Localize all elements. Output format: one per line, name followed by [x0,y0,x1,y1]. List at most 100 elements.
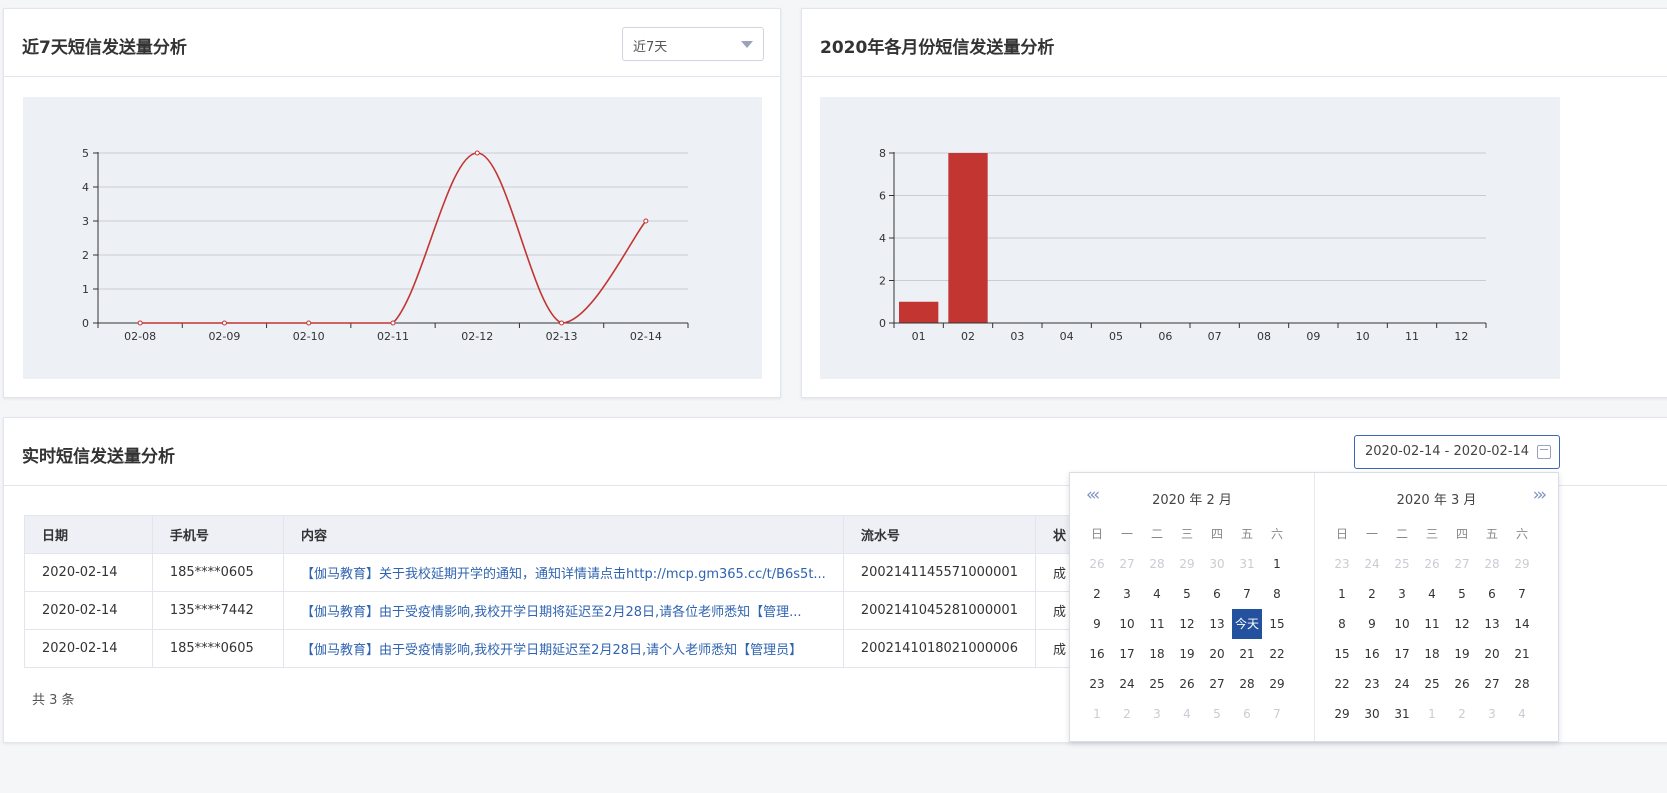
day-cell[interactable]: 7 [1262,699,1292,729]
y-tick-label: 2 [879,275,886,288]
day-cell[interactable]: 23 [1082,669,1112,699]
calendar-icon[interactable] [1537,445,1551,459]
day-cell[interactable]: 19 [1172,639,1202,669]
day-cell[interactable]: 6 [1232,699,1262,729]
day-cell[interactable]: 23 [1327,549,1357,579]
day-cell[interactable]: 9 [1082,609,1112,639]
day-cell[interactable]: 21 [1232,639,1262,669]
day-cell[interactable]: 15 [1262,609,1292,639]
day-cell[interactable]: 8 [1327,609,1357,639]
day-cell[interactable]: 21 [1507,639,1537,669]
day-cell[interactable]: 27 [1477,669,1507,699]
day-cell[interactable]: 25 [1142,669,1172,699]
day-cell[interactable]: 28 [1232,669,1262,699]
day-cell[interactable]: 22 [1262,639,1292,669]
day-cell[interactable]: 8 [1262,579,1292,609]
day-cell[interactable]: 24 [1387,669,1417,699]
day-cell[interactable]: 26 [1172,669,1202,699]
date-range-input[interactable]: 2020-02-14 - 2020-02-14 [1354,435,1560,469]
day-cell[interactable]: 17 [1112,639,1142,669]
day-cell[interactable]: 18 [1417,639,1447,669]
day-cell[interactable]: 5 [1202,699,1232,729]
day-cell[interactable]: 28 [1142,549,1172,579]
day-cell[interactable]: 7 [1507,579,1537,609]
column-header-serial[interactable]: 流水号 [842,515,1036,554]
day-cell[interactable]: 22 [1327,669,1357,699]
day-cell[interactable]: 10 [1112,609,1142,639]
day-cell[interactable]: 27 [1112,549,1142,579]
day-cell[interactable]: 23 [1357,669,1387,699]
day-cell[interactable]: 16 [1357,639,1387,669]
day-cell[interactable]: 24 [1112,669,1142,699]
day-cell[interactable]: 9 [1357,609,1387,639]
day-cell[interactable]: 30 [1357,699,1387,729]
day-cell[interactable]: 4 [1172,699,1202,729]
day-cell[interactable]: 3 [1112,579,1142,609]
day-cell[interactable]: 28 [1477,549,1507,579]
cell-content[interactable]: 【伽马教育】由于受疫情影响,我校开学日期延迟至2月28日,请个人老师悉知【管理员… [283,629,844,668]
day-cell[interactable]: 14 [1507,609,1537,639]
day-cell[interactable]: 6 [1202,579,1232,609]
day-cell[interactable]: 12 [1447,609,1477,639]
day-cell[interactable]: 15 [1327,639,1357,669]
day-cell[interactable]: 5 [1447,579,1477,609]
day-cell[interactable]: 16 [1082,639,1112,669]
day-cell[interactable]: 11 [1142,609,1172,639]
day-cell[interactable]: 27 [1202,669,1232,699]
total-count: 共 3 条 [32,693,75,708]
day-cell[interactable]: 24 [1357,549,1387,579]
day-cell[interactable]: 27 [1447,549,1477,579]
day-cell[interactable]: 26 [1082,549,1112,579]
day-cell[interactable]: 2 [1447,699,1477,729]
day-cell[interactable]: 13 [1477,609,1507,639]
day-cell[interactable]: 26 [1417,549,1447,579]
day-cell[interactable]: 2 [1082,579,1112,609]
day-cell[interactable]: 25 [1417,669,1447,699]
day-cell[interactable]: 18 [1142,639,1172,669]
day-cell[interactable]: 29 [1262,669,1292,699]
day-cell[interactable]: 4 [1417,579,1447,609]
day-cell[interactable]: 28 [1507,669,1537,699]
day-cell[interactable]: 11 [1417,609,1447,639]
day-cell[interactable]: 10 [1387,609,1417,639]
day-cell[interactable]: 20 [1202,639,1232,669]
day-cell[interactable]: 19 [1447,639,1477,669]
day-cell[interactable]: 7 [1232,579,1262,609]
column-header-date[interactable]: 日期 [24,515,153,554]
day-cell[interactable]: 4 [1507,699,1537,729]
day-cell[interactable]: 1 [1417,699,1447,729]
day-cell[interactable]: 17 [1387,639,1417,669]
day-cell[interactable]: 30 [1202,549,1232,579]
day-cell[interactable]: 4 [1142,579,1172,609]
column-header-phone[interactable]: 手机号 [151,515,285,554]
day-cell[interactable]: 6 [1477,579,1507,609]
day-cell[interactable]: 25 [1387,549,1417,579]
day-cell[interactable]: 26 [1447,669,1477,699]
day-cell[interactable]: 12 [1172,609,1202,639]
x-tick-label: 04 [1060,330,1074,343]
day-cell[interactable]: 2 [1357,579,1387,609]
day-cell[interactable]: 3 [1387,579,1417,609]
chevron-down-icon [741,41,753,48]
day-cell[interactable]: 1 [1262,549,1292,579]
y-tick-label: 0 [879,317,886,330]
day-cell[interactable]: 1 [1082,699,1112,729]
cell-content[interactable]: 【伽马教育】关于我校延期开学的通知，通知详情请点击http://mcp.gm36… [283,553,844,592]
today-cell[interactable]: 今天 [1232,609,1262,639]
y-tick-label: 2 [82,249,89,262]
day-cell[interactable]: 20 [1477,639,1507,669]
day-cell[interactable]: 3 [1142,699,1172,729]
day-cell[interactable]: 29 [1507,549,1537,579]
day-cell[interactable]: 5 [1172,579,1202,609]
day-cell[interactable]: 31 [1232,549,1262,579]
day-cell[interactable]: 29 [1172,549,1202,579]
day-cell[interactable]: 1 [1327,579,1357,609]
cell-content[interactable]: 【伽马教育】由于受疫情影响,我校开学日期将延迟至2月28日,请各位老师悉知【管理… [283,591,844,630]
day-cell[interactable]: 13 [1202,609,1232,639]
day-cell[interactable]: 2 [1112,699,1142,729]
day-cell[interactable]: 31 [1387,699,1417,729]
day-cell[interactable]: 3 [1477,699,1507,729]
period-select[interactable]: 近7天 [622,27,764,61]
day-cell[interactable]: 29 [1327,699,1357,729]
column-header-content[interactable]: 内容 [283,515,844,554]
